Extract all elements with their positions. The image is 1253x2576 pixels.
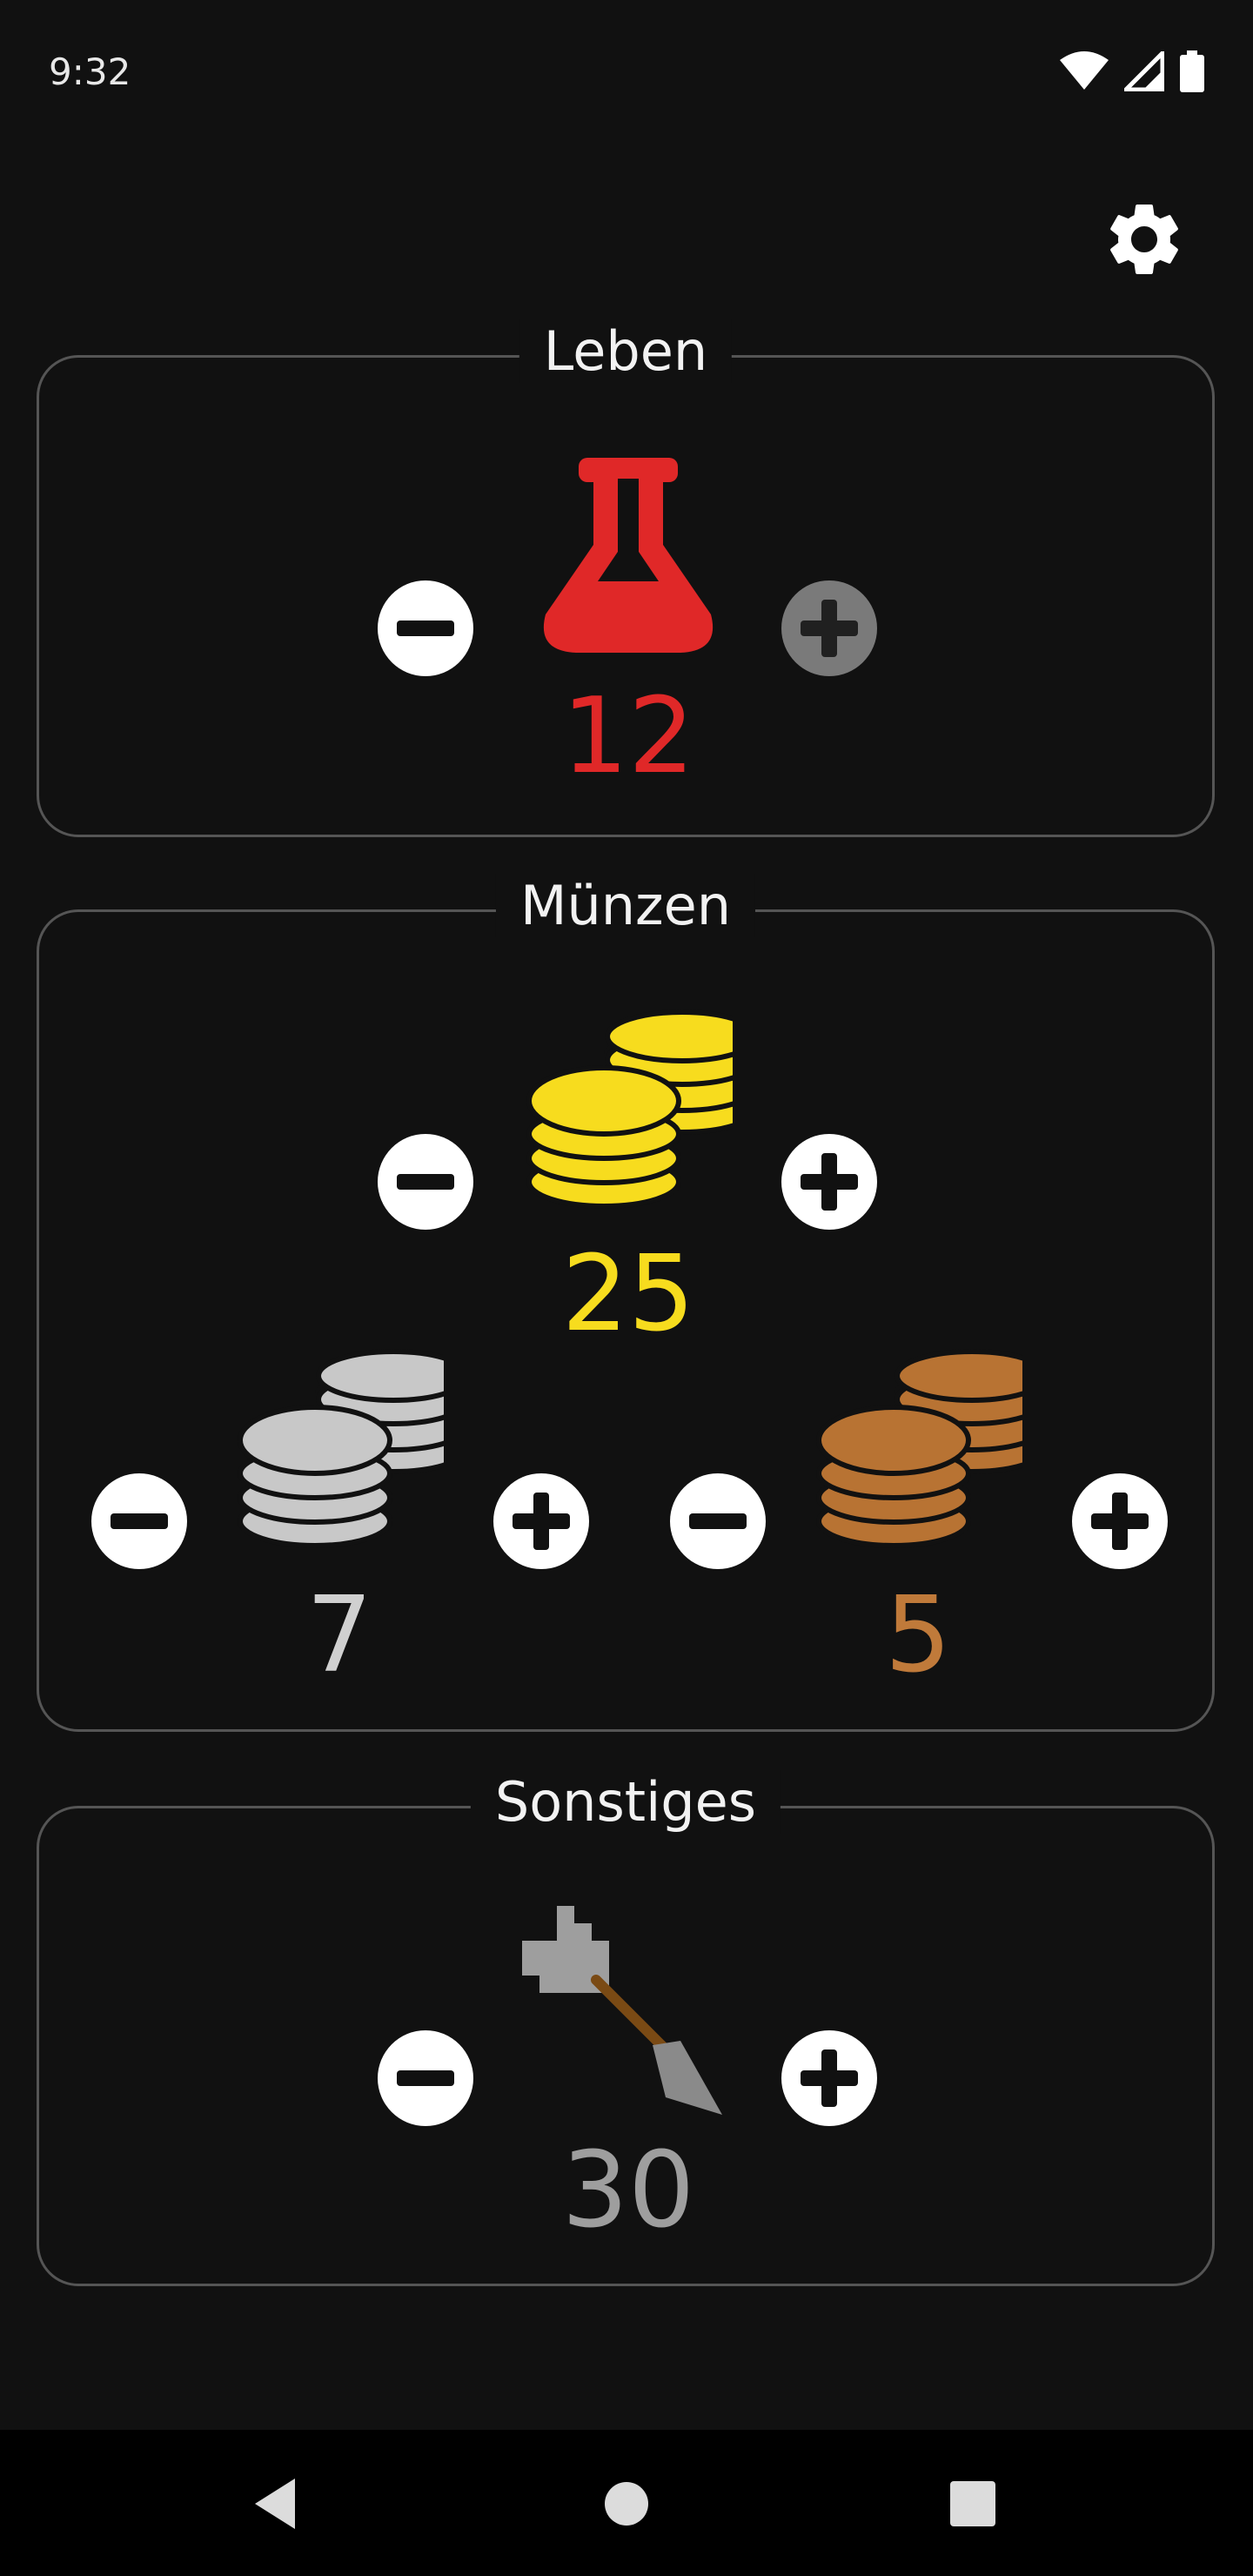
copper-decrement-button[interactable] (670, 1473, 766, 1569)
status-bar: 9:32 (0, 0, 1253, 148)
section-muenzen: Münzen 25 7 5 (37, 874, 1215, 1732)
leben-value: 12 (561, 676, 695, 797)
plus-icon-v (533, 1493, 549, 1550)
minus-icon (397, 621, 454, 636)
minus-icon (111, 1513, 168, 1529)
copper-value: 5 (884, 1575, 952, 1696)
minus-icon (397, 2070, 454, 2086)
home-circle-icon (605, 2482, 648, 2526)
sonstiges-increment-button[interactable] (781, 2030, 877, 2126)
section-sonstiges: Sonstiges 30 (37, 1770, 1215, 2286)
copper-increment-button[interactable] (1072, 1473, 1168, 1569)
silver-coin-stack-icon (238, 1349, 444, 1548)
flask-icon (543, 458, 714, 653)
gold-value: 25 (561, 1234, 695, 1355)
gold-coin-stack-icon (526, 1010, 733, 1209)
plus-icon-v (821, 2049, 837, 2107)
silver-decrement-button[interactable] (91, 1473, 187, 1569)
silver-value: 7 (305, 1575, 373, 1696)
status-time: 9:32 (49, 50, 131, 93)
back-button[interactable] (246, 2473, 307, 2534)
back-triangle-icon (255, 2479, 295, 2529)
battery-icon (1180, 50, 1204, 92)
sonstiges-value: 30 (561, 2130, 695, 2251)
navigation-bar (0, 2430, 1253, 2576)
silver-increment-button[interactable] (493, 1473, 589, 1569)
gold-increment-button[interactable] (781, 1134, 877, 1230)
section-title-leben: Leben (519, 319, 733, 383)
sonstiges-decrement-button[interactable] (378, 2030, 473, 2126)
section-title-sonstiges: Sonstiges (470, 1770, 781, 1834)
gold-decrement-button[interactable] (378, 1134, 473, 1230)
minus-icon (689, 1513, 747, 1529)
leben-decrement-button[interactable] (378, 580, 473, 676)
recents-button[interactable] (942, 2473, 1003, 2534)
signal-icon (1124, 51, 1164, 91)
section-leben: Leben 12 (37, 319, 1215, 837)
copper-coin-stack-icon (816, 1349, 1022, 1548)
home-button[interactable] (596, 2473, 657, 2534)
section-title-muenzen: Münzen (495, 874, 756, 937)
system-icons (1060, 50, 1204, 92)
plus-icon-v (821, 600, 837, 657)
arrow-icon (522, 1906, 722, 2115)
settings-button[interactable] (1101, 196, 1188, 283)
recents-square-icon (950, 2481, 995, 2526)
plus-icon-v (821, 1153, 837, 1211)
gear-icon (1110, 204, 1178, 274)
plus-icon-v (1112, 1493, 1128, 1550)
minus-icon (397, 1174, 454, 1190)
wifi-icon (1060, 51, 1109, 90)
leben-increment-button[interactable] (781, 580, 877, 676)
